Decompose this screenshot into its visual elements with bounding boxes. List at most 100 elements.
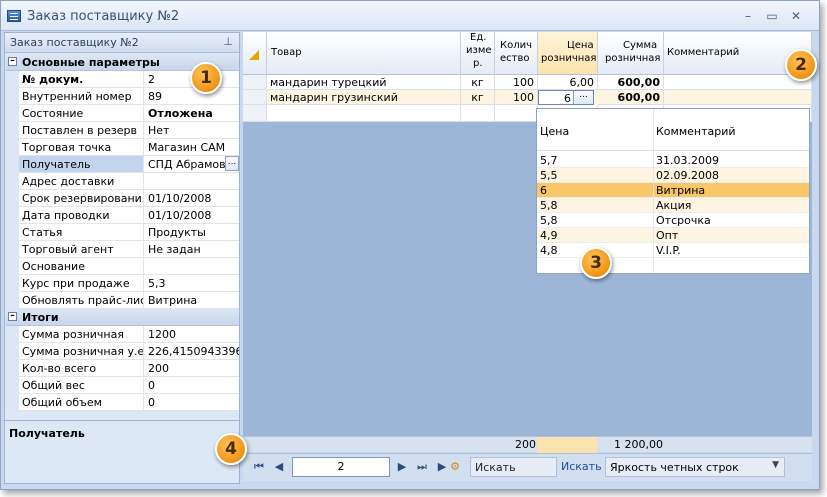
dropdown-option[interactable]: 4,9 Опт xyxy=(537,228,809,243)
cell-sum[interactable]: 600,00 xyxy=(598,75,664,90)
callout-badge-3: 3 xyxy=(580,247,612,279)
property-name: Торговый агент xyxy=(19,241,144,257)
dropdown-option[interactable]: 4,8 V.I.P. xyxy=(537,243,809,258)
row-gutter xyxy=(6,224,19,240)
close-button[interactable]: ✕ xyxy=(787,7,805,25)
category-row[interactable]: – Итоги xyxy=(6,309,239,326)
dropdown-option[interactable]: 6 Витрина xyxy=(537,183,809,198)
table-row[interactable]: мандарин грузинский кг 100 6 ... 600,00 xyxy=(243,90,812,105)
dropdown-option[interactable]: 5,5 02.09.2008 xyxy=(537,168,809,183)
property-value[interactable]: Нет xyxy=(144,122,239,138)
header-price[interactable]: Цена розничная xyxy=(538,32,598,75)
corner-indicator-icon xyxy=(249,50,259,60)
prev-page-icon[interactable]: ◀ xyxy=(273,461,285,473)
option-price: 4,8 xyxy=(540,244,558,257)
property-value[interactable]: Магазин САМ xyxy=(144,139,239,155)
property-value[interactable]: 226,415094339623 xyxy=(144,343,239,359)
totals-price-cell xyxy=(537,437,597,453)
property-row[interactable]: Торговая точка Магазин САМ xyxy=(6,139,239,156)
property-row[interactable]: Статья Продукты xyxy=(6,224,239,241)
cell-unit[interactable]: кг xyxy=(461,75,495,90)
property-row[interactable]: Общий объем 0 xyxy=(6,394,239,411)
property-row[interactable]: Курс при продаже 5,3 xyxy=(6,275,239,292)
property-value[interactable]: 89 xyxy=(144,88,239,104)
property-row[interactable]: Сумма розничная у.е.226,415094339623 xyxy=(6,343,239,360)
property-row[interactable]: Срок резервирования 01/10/2008 xyxy=(6,190,239,207)
property-value[interactable]: Не задан xyxy=(144,241,239,257)
header-sum-label-2: розничная xyxy=(605,53,661,64)
cell-qty[interactable]: 100 xyxy=(495,75,538,90)
next-page-icon[interactable]: ▶ xyxy=(396,461,408,473)
property-value[interactable] xyxy=(144,173,239,189)
header-sum[interactable]: Сумма розничная xyxy=(598,32,664,75)
dropdown-option[interactable]: 5,8 Отсрочка xyxy=(537,213,809,228)
collapse-icon[interactable]: – xyxy=(8,312,17,321)
property-value[interactable]: 0 xyxy=(144,394,239,410)
property-value[interactable]: Продукты xyxy=(144,224,239,240)
cell-unit[interactable] xyxy=(461,105,495,122)
property-value[interactable]: 01/10/2008 xyxy=(144,207,239,223)
document-icon xyxy=(7,10,21,22)
property-row[interactable]: Основание xyxy=(6,258,239,275)
page-number-input[interactable]: 2 xyxy=(292,457,390,477)
property-value[interactable]: 1200 xyxy=(144,326,239,342)
cell-qty[interactable]: 100 xyxy=(495,90,538,105)
brightness-select[interactable]: Яркость четных строк ▼ xyxy=(605,457,785,477)
property-row[interactable]: Дата проводки 01/10/2008 xyxy=(6,207,239,224)
header-product[interactable]: Товар xyxy=(267,32,461,75)
price-editor[interactable]: 6 ... xyxy=(538,90,594,105)
row-gutter xyxy=(6,326,19,342)
cell-product[interactable]: мандарин грузинский xyxy=(267,90,461,105)
header-unit[interactable]: Ед. изме р. xyxy=(461,32,495,75)
recipient-lookup-button[interactable]: ... xyxy=(225,156,239,171)
price-dropdown-button[interactable]: ... xyxy=(573,91,593,104)
cell-unit[interactable]: кг xyxy=(461,90,495,105)
row-gutter xyxy=(6,71,19,87)
property-row[interactable]: Поставлен в резерв Нет xyxy=(6,122,239,139)
dropdown-header-comment: Комментарий xyxy=(656,125,736,138)
property-row[interactable]: Сумма розничная 1200 xyxy=(6,326,239,343)
minimize-button[interactable]: – xyxy=(739,7,757,25)
callout-badge-2: 2 xyxy=(785,49,817,81)
row-gutter xyxy=(6,241,19,257)
property-value[interactable]: Витрина xyxy=(144,292,239,308)
collapse-icon[interactable]: – xyxy=(8,57,17,66)
property-row[interactable]: Обновлять прайс-лист Витрина xyxy=(6,292,239,309)
cell-product[interactable]: мандарин турецкий xyxy=(267,75,461,90)
property-value[interactable]: 200 xyxy=(144,360,239,376)
property-value[interactable]: Отложена xyxy=(144,105,239,121)
pin-icon[interactable]: ⊥ xyxy=(223,35,233,48)
maximize-button[interactable]: ▭ xyxy=(763,7,781,25)
header-qty[interactable]: Колич ество xyxy=(495,32,538,75)
dropdown-option[interactable]: 5,7 31.03.2009 xyxy=(537,153,809,168)
search-settings-icon[interactable]: ⚙ xyxy=(449,461,461,473)
property-row[interactable]: Общий вес 0 xyxy=(6,377,239,394)
property-value[interactable] xyxy=(144,258,239,274)
property-name: Внутренний номер xyxy=(19,88,144,104)
cell-price[interactable]: 6,00 xyxy=(538,75,598,90)
price-editor-value[interactable]: 6 xyxy=(564,92,571,105)
property-row[interactable]: Состояние Отложена xyxy=(6,105,239,122)
property-value[interactable]: 0 xyxy=(144,377,239,393)
filter-icon[interactable]: ▶ xyxy=(436,461,448,473)
property-value[interactable]: 01/10/2008 xyxy=(144,190,239,206)
property-row[interactable]: Торговый агент Не задан xyxy=(6,241,239,258)
first-page-icon[interactable]: ⏮ xyxy=(253,461,265,473)
cell-qty[interactable] xyxy=(495,105,538,122)
property-row[interactable]: Кол-во всего 200 xyxy=(6,360,239,377)
property-row[interactable]: Адрес доставки xyxy=(6,173,239,190)
table-row[interactable]: мандарин турецкий кг 100 6,00 600,00 xyxy=(243,75,812,90)
option-price: 6 xyxy=(540,184,547,197)
dropdown-option[interactable]: 5,8 Акция xyxy=(537,198,809,213)
cell-sum[interactable]: 600,00 xyxy=(598,90,664,105)
property-row[interactable]: Получатель СПД Абрамов О... xyxy=(6,156,239,173)
last-page-icon[interactable]: ⏭ xyxy=(416,461,428,473)
cell-product[interactable] xyxy=(267,105,461,122)
row-gutter xyxy=(6,122,19,138)
search-button[interactable]: Искать xyxy=(561,460,602,473)
row-indicator-header[interactable] xyxy=(243,32,267,75)
header-sum-label-1: Сумма xyxy=(623,40,658,51)
cell-comment[interactable] xyxy=(664,90,812,105)
search-input[interactable]: Искать xyxy=(470,457,557,477)
property-value[interactable]: 5,3 xyxy=(144,275,239,291)
